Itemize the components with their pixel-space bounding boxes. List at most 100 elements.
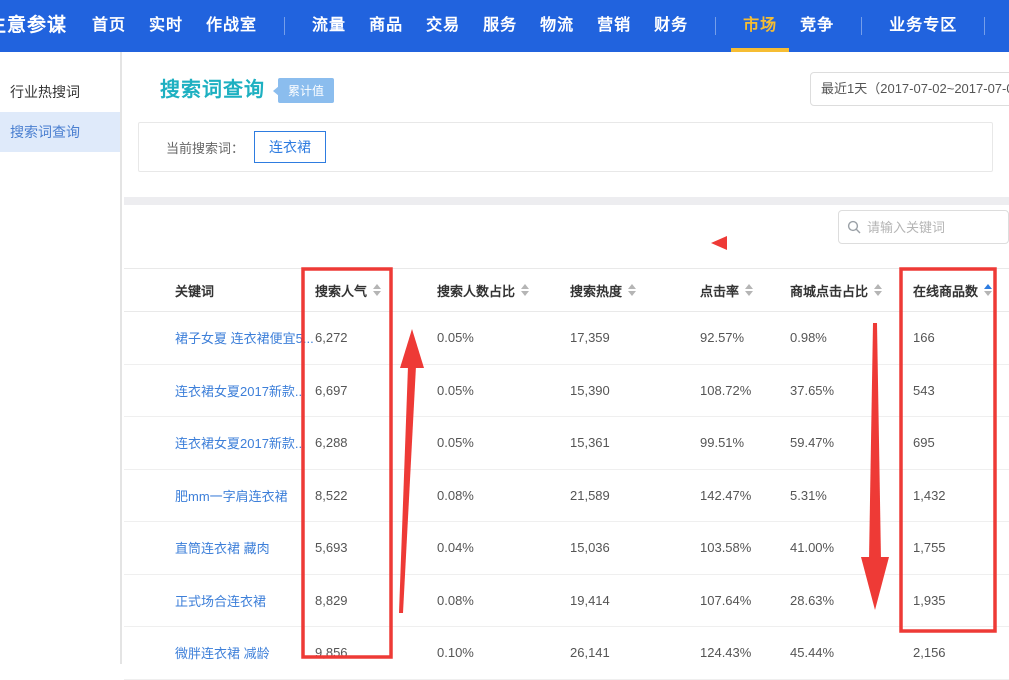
table-row: 正式场合连衣裙 8,829 0.08% 19,414 107.64% 28.63… <box>124 575 1009 628</box>
sidebar-item-hot-words[interactable]: 行业热搜词 <box>0 72 120 112</box>
nav-divider <box>715 17 716 35</box>
col-header-search-pop[interactable]: 搜索人气 <box>315 281 437 300</box>
nav-divider <box>284 17 285 35</box>
col-header-mall-click-ratio[interactable]: 商城点击占比 <box>790 281 913 300</box>
keyword-link[interactable]: 正式场合连衣裙 <box>175 591 315 610</box>
nav-item-service[interactable]: 服务 <box>483 0 517 52</box>
cell-mall-ratio: 0.98% <box>790 330 913 345</box>
page-title: 搜索词查询 <box>160 73 265 102</box>
sort-icon-active[interactable] <box>984 284 992 296</box>
cell-heat: 26,141 <box>570 645 700 660</box>
sort-icon[interactable] <box>745 284 753 296</box>
keyword-link[interactable]: 直筒连衣裙 藏肉 <box>175 538 315 557</box>
date-range-select[interactable]: 最近1天（2017-07-02~2017-07-02） <box>810 72 1009 106</box>
cell-search-pop: 6,288 <box>315 435 437 450</box>
keyword-link[interactable]: 连衣裙女夏2017新款... <box>175 433 315 452</box>
cell-mall-ratio: 59.47% <box>790 435 913 450</box>
cell-online: 543 <box>913 383 1009 398</box>
cell-ratio: 0.05% <box>437 330 570 345</box>
keyword-link[interactable]: 肥mm一字肩连衣裙 <box>175 486 315 505</box>
nav-item-realtime[interactable]: 实时 <box>149 0 183 52</box>
cell-search-pop: 9,856 <box>315 645 437 660</box>
cell-mall-ratio: 37.65% <box>790 383 913 398</box>
col-header-keyword: 关键词 <box>175 281 315 300</box>
sort-icon[interactable] <box>628 284 636 296</box>
cell-ratio: 0.05% <box>437 435 570 450</box>
nav-item-marketing[interactable]: 营销 <box>597 0 631 52</box>
nav-item-logistics[interactable]: 物流 <box>540 0 574 52</box>
cell-mall-ratio: 28.63% <box>790 593 913 608</box>
nav-menu: 首页 实时 作战室 流量 商品 交易 服务 物流 营销 财务 市场 竞争 业务专… <box>92 0 1009 52</box>
cell-online: 695 <box>913 435 1009 450</box>
cell-search-pop: 6,697 <box>315 383 437 398</box>
sort-icon[interactable] <box>874 284 882 296</box>
nav-item-bizzone[interactable]: 业务专区 <box>889 0 957 52</box>
current-keyword-bar: 当前搜索词： 连衣裙 <box>138 122 993 172</box>
nav-item-compete[interactable]: 竞争 <box>800 0 834 52</box>
top-navbar: 生意参谋 首页 实时 作战室 流量 商品 交易 服务 物流 营销 财务 市场 竞… <box>0 0 1009 52</box>
cell-search-pop: 8,829 <box>315 593 437 608</box>
nav-divider <box>861 17 862 35</box>
section-divider <box>124 197 1009 205</box>
cell-ctr: 142.47% <box>700 488 790 503</box>
table-row: 裙子女夏 连衣裙便宜5... 6,272 0.05% 17,359 92.57%… <box>124 312 1009 365</box>
cell-ctr: 124.43% <box>700 645 790 660</box>
cell-heat: 15,036 <box>570 540 700 555</box>
sidebar-item-search-word-query[interactable]: 搜索词查询 <box>0 112 120 152</box>
keyword-search-box[interactable] <box>838 210 1009 244</box>
table-row: 直筒连衣裙 藏肉 5,693 0.04% 15,036 103.58% 41.0… <box>124 522 1009 575</box>
cell-heat: 17,359 <box>570 330 700 345</box>
nav-item-finance[interactable]: 财务 <box>654 0 688 52</box>
col-header-ctr[interactable]: 点击率 <box>700 281 790 300</box>
table-header-row: 关键词 搜索人气 搜索人数占比 搜索热度 点击率 商城点击占比 在线商品数 <box>124 268 1009 312</box>
sort-icon[interactable] <box>521 284 529 296</box>
cell-online: 166 <box>913 330 1009 345</box>
cell-online: 1,935 <box>913 593 1009 608</box>
keyword-link[interactable]: 微胖连衣裙 减龄 <box>175 643 315 662</box>
nav-item-goods[interactable]: 商品 <box>369 0 403 52</box>
cell-ratio: 0.05% <box>437 383 570 398</box>
table-row: 肥mm一字肩连衣裙 8,522 0.08% 21,589 142.47% 5.3… <box>124 470 1009 523</box>
cell-online: 1,432 <box>913 488 1009 503</box>
nav-item-warroom[interactable]: 作战室 <box>206 0 257 52</box>
nav-divider <box>984 17 985 35</box>
keyword-search-input[interactable] <box>867 220 987 235</box>
brand-logo[interactable]: 生意参谋 <box>0 0 67 52</box>
cell-search-pop: 5,693 <box>315 540 437 555</box>
cell-ctr: 107.64% <box>700 593 790 608</box>
search-icon <box>847 220 861 234</box>
cell-ratio: 0.10% <box>437 645 570 660</box>
nav-item-market[interactable]: 市场 <box>743 0 777 52</box>
cell-ratio: 0.08% <box>437 488 570 503</box>
cell-ctr: 92.57% <box>700 330 790 345</box>
cell-online: 2,156 <box>913 645 1009 660</box>
table-row: 微胖连衣裙 减龄 9,856 0.10% 26,141 124.43% 45.4… <box>124 627 1009 680</box>
sidebar: 行业热搜词 搜索词查询 <box>0 52 122 664</box>
keyword-link[interactable]: 裙子女夏 连衣裙便宜5... <box>175 328 315 347</box>
cell-search-pop: 6,272 <box>315 330 437 345</box>
keyword-chip[interactable]: 连衣裙 <box>254 131 326 163</box>
cell-search-pop: 8,522 <box>315 488 437 503</box>
cell-ctr: 108.72% <box>700 383 790 398</box>
keyword-link[interactable]: 连衣裙女夏2017新款... <box>175 381 315 400</box>
sort-icon[interactable] <box>373 284 381 296</box>
nav-item-trade[interactable]: 交易 <box>426 0 460 52</box>
cell-mall-ratio: 41.00% <box>790 540 913 555</box>
cell-ratio: 0.04% <box>437 540 570 555</box>
nav-item-traffic[interactable]: 流量 <box>312 0 346 52</box>
nav-item-home[interactable]: 首页 <box>92 0 126 52</box>
cell-heat: 19,414 <box>570 593 700 608</box>
cumulative-badge: 累计值 <box>278 78 334 103</box>
cell-heat: 21,589 <box>570 488 700 503</box>
col-header-search-heat[interactable]: 搜索热度 <box>570 281 700 300</box>
col-header-online-count[interactable]: 在线商品数 <box>913 281 1009 300</box>
cell-mall-ratio: 45.44% <box>790 645 913 660</box>
current-keyword-label: 当前搜索词： <box>166 138 244 157</box>
table-row: 连衣裙女夏2017新款... 6,697 0.05% 15,390 108.72… <box>124 365 1009 418</box>
cell-heat: 15,390 <box>570 383 700 398</box>
cell-ratio: 0.08% <box>437 593 570 608</box>
cell-mall-ratio: 5.31% <box>790 488 913 503</box>
col-header-searcher-ratio[interactable]: 搜索人数占比 <box>437 281 570 300</box>
cell-online: 1,755 <box>913 540 1009 555</box>
table-row: 连衣裙女夏2017新款... 6,288 0.05% 15,361 99.51%… <box>124 417 1009 470</box>
